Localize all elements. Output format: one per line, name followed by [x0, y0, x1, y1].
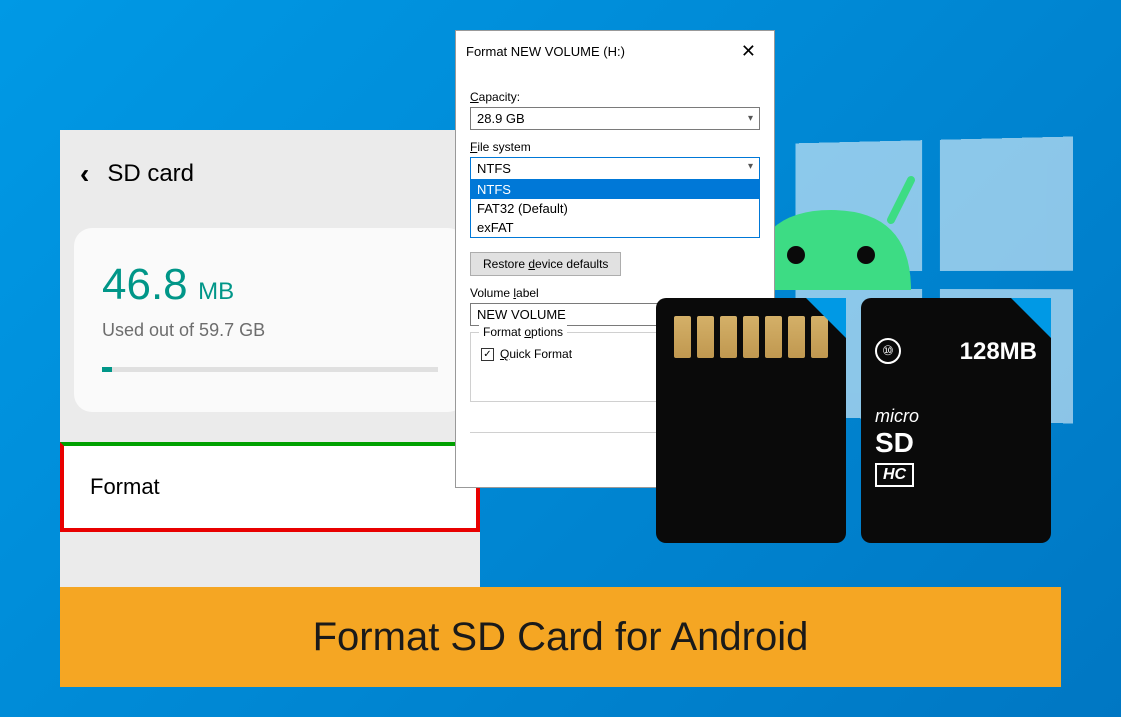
filesystem-dropdown[interactable]: NTFS ▾ NTFS FAT32 (Default) exFAT: [470, 157, 760, 238]
android-panel-title: SD card: [107, 160, 194, 188]
dialog-title: Format NEW VOLUME (H:): [466, 44, 625, 59]
storage-subtitle: Used out of 59.7 GB: [102, 320, 438, 341]
checkbox-icon[interactable]: ✓: [481, 348, 494, 361]
dialog-titlebar[interactable]: Format NEW VOLUME (H:) ✕: [456, 31, 774, 72]
chevron-down-icon: ▾: [748, 113, 753, 124]
storage-card: 46.8 MB Used out of 59.7 GB: [74, 228, 466, 412]
format-option-row[interactable]: Format: [60, 442, 480, 532]
speed-class-icon: ⑩: [875, 338, 901, 364]
sd-capacity: 128MB: [960, 338, 1037, 366]
sd-contacts: [656, 298, 846, 358]
hc-badge: HC: [875, 463, 914, 487]
format-label: Format: [90, 474, 160, 499]
filesystem-label: File system: [470, 140, 760, 154]
restore-defaults-button[interactable]: Restore device defaults: [470, 252, 621, 276]
filesystem-option[interactable]: NTFS: [471, 180, 759, 199]
sd-card-back: [656, 298, 846, 543]
filesystem-option[interactable]: exFAT: [471, 218, 759, 237]
chevron-down-icon: ▾: [748, 161, 753, 176]
back-chevron-icon[interactable]: ‹: [80, 158, 89, 190]
quick-format-label: Quick Format: [500, 347, 572, 361]
banner-text: Format SD Card for Android: [313, 615, 809, 660]
title-banner: Format SD Card for Android: [60, 587, 1061, 687]
sd-card-front: ⑩ 128MB micro SD HC: [861, 298, 1051, 543]
android-header: ‹ SD card: [60, 130, 480, 218]
storage-unit: MB: [198, 278, 234, 305]
filesystem-selected: NTFS: [477, 161, 511, 176]
storage-value: 46.8: [102, 260, 188, 309]
filesystem-options-list: NTFS FAT32 (Default) exFAT: [471, 179, 759, 237]
storage-used: 46.8 MB: [102, 260, 438, 310]
storage-progress-bar: [102, 367, 438, 372]
micro-sd-logo: micro SD HC: [875, 406, 1037, 487]
close-icon[interactable]: ✕: [733, 39, 764, 64]
capacity-label: Capacity:: [470, 90, 760, 104]
capacity-value: 28.9 GB: [477, 111, 525, 126]
filesystem-option[interactable]: FAT32 (Default): [471, 199, 759, 218]
sd-card-top-row: ⑩ 128MB: [875, 338, 1037, 366]
android-sd-panel: ‹ SD card 46.8 MB Used out of 59.7 GB Fo…: [60, 130, 480, 600]
format-options-legend: Format options: [479, 325, 567, 339]
storage-progress-fill: [102, 367, 112, 372]
capacity-dropdown[interactable]: 28.9 GB ▾: [470, 107, 760, 130]
